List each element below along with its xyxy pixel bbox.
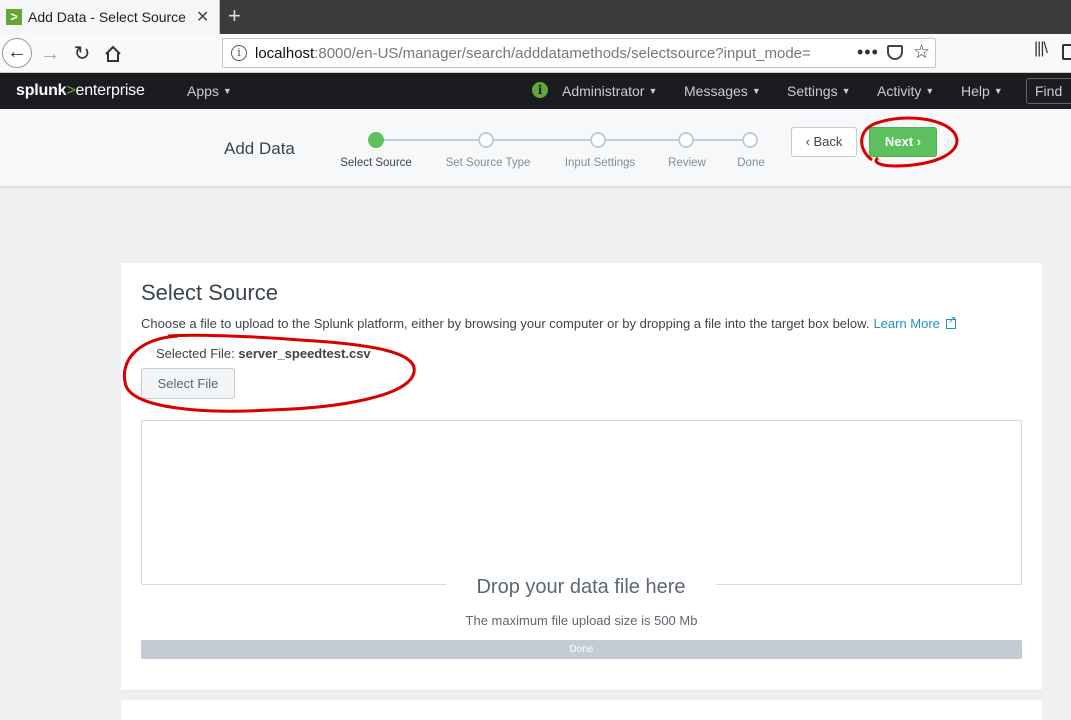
sidebar-icon[interactable] bbox=[1062, 44, 1071, 60]
step-label-select-source: Select Source bbox=[340, 157, 412, 169]
menu-messages[interactable]: Messages ▼ bbox=[684, 83, 761, 99]
back-button[interactable]: ‹ Back bbox=[791, 127, 857, 157]
home-icon[interactable] bbox=[99, 40, 127, 68]
drop-zone-subtitle: The maximum file upload size is 500 Mb bbox=[465, 613, 698, 628]
external-link-icon[interactable] bbox=[945, 315, 956, 329]
browser-navbar: ← → ↻ i localhost:8000/en-US/manager/sea… bbox=[0, 34, 1071, 73]
find-input[interactable]: Find bbox=[1026, 78, 1071, 104]
menu-apps[interactable]: Apps ▼ bbox=[187, 83, 232, 99]
close-tab-icon[interactable]: ✕ bbox=[196, 7, 209, 27]
step-dot-input-settings bbox=[590, 132, 606, 148]
step-label-input-settings: Input Settings bbox=[564, 157, 636, 169]
caret-down-icon: ▼ bbox=[993, 86, 1003, 96]
back-arrow-icon[interactable]: ← bbox=[2, 38, 32, 68]
caret-down-icon: ▼ bbox=[751, 86, 761, 96]
chevron-left-icon: ‹ bbox=[805, 134, 814, 149]
selected-file-label: Selected File: server_speedtest.csv bbox=[156, 346, 371, 361]
url-text[interactable]: localhost:8000/en-US/manager/search/addd… bbox=[255, 45, 845, 62]
select-file-button[interactable]: Select File bbox=[141, 368, 235, 399]
selected-file-value: server_speedtest.csv bbox=[238, 346, 371, 361]
wizard-title: Add Data bbox=[224, 139, 295, 158]
drop-zone-title: Drop your data file here bbox=[446, 576, 716, 599]
new-tab-icon[interactable]: + bbox=[228, 3, 241, 29]
step-label-set-source-type: Set Source Type bbox=[445, 157, 531, 169]
step-label-review: Review bbox=[668, 157, 706, 169]
page-title: Select Source bbox=[141, 280, 278, 305]
url-bar[interactable]: i localhost:8000/en-US/manager/search/ad… bbox=[222, 38, 936, 68]
splunk-favicon-icon: > bbox=[6, 9, 22, 25]
description-text: Choose a file to upload to the Splunk pl… bbox=[141, 315, 956, 331]
page-actions-icon[interactable]: ••• bbox=[857, 42, 879, 63]
step-dot-set-source-type bbox=[478, 132, 494, 148]
caret-down-icon: ▼ bbox=[841, 86, 851, 96]
learn-more-link[interactable]: Learn More bbox=[873, 316, 939, 331]
step-dot-select-source bbox=[368, 132, 384, 148]
pocket-icon[interactable] bbox=[887, 45, 903, 60]
select-source-panel: Select Source Choose a file to upload to… bbox=[121, 263, 1042, 690]
menu-activity[interactable]: Activity ▼ bbox=[877, 83, 934, 99]
browser-tab-strip: > Add Data - Select Source ✕ + bbox=[0, 0, 1071, 34]
step-dot-review bbox=[678, 132, 694, 148]
library-icon[interactable]: |||\ bbox=[1034, 40, 1048, 58]
browser-tab[interactable]: > Add Data - Select Source ✕ bbox=[0, 0, 220, 34]
step-dot-done bbox=[742, 132, 758, 148]
caret-down-icon: ▼ bbox=[648, 86, 658, 96]
step-label-done: Done bbox=[737, 157, 765, 169]
bookmark-star-icon[interactable]: ☆ bbox=[913, 41, 930, 64]
next-button[interactable]: Next › bbox=[869, 127, 937, 157]
info-icon[interactable]: i bbox=[532, 82, 548, 98]
next-panel bbox=[121, 700, 1042, 720]
menu-help[interactable]: Help ▼ bbox=[961, 83, 1003, 99]
chevron-right-icon: › bbox=[913, 134, 922, 149]
file-drop-zone[interactable] bbox=[141, 420, 1022, 585]
add-data-wizard-bar: Add Data Select Source Set Source Type I… bbox=[0, 109, 1071, 187]
menu-administrator[interactable]: Administrator ▼ bbox=[562, 83, 657, 99]
upload-progress-bar: Done bbox=[141, 640, 1022, 659]
reload-icon[interactable]: ↻ bbox=[68, 40, 96, 68]
caret-down-icon: ▼ bbox=[925, 86, 935, 96]
splunk-logo[interactable]: splunk>enterprise bbox=[16, 82, 145, 100]
menu-settings[interactable]: Settings ▼ bbox=[787, 83, 851, 99]
forward-arrow-icon[interactable]: → bbox=[36, 40, 64, 68]
site-info-icon[interactable]: i bbox=[231, 45, 247, 61]
tab-title: Add Data - Select Source bbox=[28, 9, 186, 25]
splunk-header: splunk>enterprise Apps ▼ i Administrator ▼… bbox=[0, 73, 1071, 109]
caret-down-icon: ▼ bbox=[222, 86, 232, 96]
